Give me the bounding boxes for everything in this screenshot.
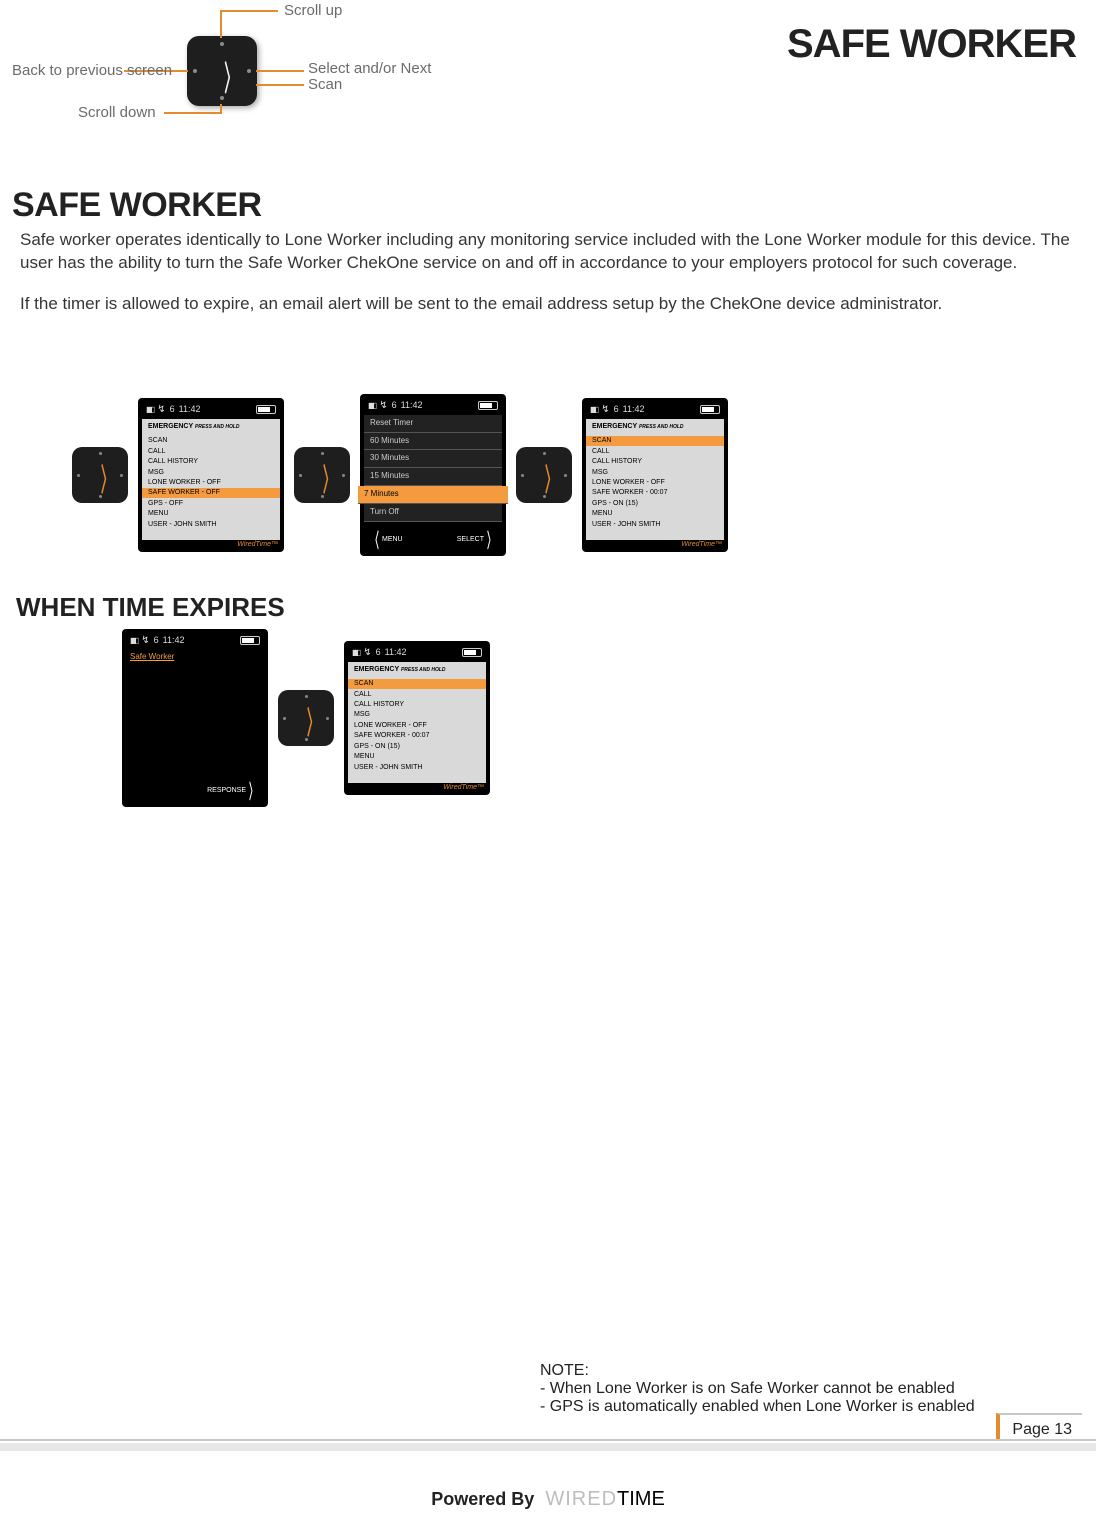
scroll-down-label: Scroll down [78, 104, 156, 121]
nav-diagram: 〉 Scroll up Back to previous screen Sele… [12, 6, 1084, 126]
chevron-right-icon[interactable]: 〉 [249, 777, 257, 805]
menu-list: SCAN CALL CALL HISTORY MSG LONE WORKER -… [348, 677, 486, 783]
scroll-up-label: Scroll up [284, 2, 342, 19]
note-block: NOTE: - When Lone Worker is on Safe Work… [540, 1362, 975, 1416]
list-item[interactable]: CALL HISTORY [148, 457, 274, 467]
intro-p2: If the timer is allowed to expire, an em… [20, 293, 1076, 316]
list-item[interactable]: 30 Minutes [364, 450, 502, 468]
emergency-banner[interactable]: EMERGENCY PRESS AND HOLD [142, 419, 280, 434]
brand-label: WiredTime™ [138, 540, 284, 550]
device-screen-1: 6 11:42 EMERGENCY PRESS AND HOLD SCAN CA… [138, 398, 284, 552]
list-item[interactable]: MSG [354, 710, 480, 720]
device-screen-4: 6 11:42 Safe Worker RESPONSE 〉 [122, 629, 268, 807]
list-item[interactable]: MENU [148, 509, 274, 519]
list-item[interactable]: 15 Minutes [364, 468, 502, 486]
safe-worker-title: Safe Worker [122, 650, 268, 663]
scan-label: Scan [308, 76, 342, 93]
list-item[interactable]: LONE WORKER - OFF [148, 477, 274, 487]
intro-p1: Safe worker operates identically to Lone… [20, 229, 1076, 275]
battery-icon [256, 405, 276, 414]
list-item[interactable]: SCAN [148, 436, 274, 446]
nav-mini-icon: 〉 [294, 447, 350, 503]
list-item[interactable]: CALL [354, 689, 480, 699]
list-item[interactable]: MENU [354, 752, 480, 762]
powered-by: Powered By WIREDTIME [431, 1488, 665, 1511]
battery-icon [462, 648, 482, 657]
bluetooth-icon [157, 404, 165, 415]
battery-icon [478, 401, 498, 410]
note-line-1: - When Lone Worker is on Safe Worker can… [540, 1380, 975, 1398]
list-item[interactable]: CALL HISTORY [592, 457, 718, 467]
list-item[interactable]: Turn Off [364, 504, 502, 522]
nav-mini-icon: 〉 [278, 690, 334, 746]
list-item[interactable]: MSG [148, 467, 274, 477]
list-item[interactable]: Reset Timer [364, 415, 502, 433]
list-item[interactable]: MSG [592, 467, 718, 477]
bluetooth-icon [141, 635, 149, 646]
list-item[interactable]: USER - JOHN SMITH [148, 519, 274, 529]
list-item[interactable]: MENU [592, 509, 718, 519]
list-item[interactable]: LONE WORKER - OFF [592, 477, 718, 487]
menu-list: SCAN CALL CALL HISTORY MSG LONE WORKER -… [586, 434, 724, 540]
list-item-highlighted[interactable]: SCAN [348, 679, 486, 689]
select-button[interactable]: SELECT [457, 536, 484, 543]
list-item-highlighted[interactable]: SCAN [586, 436, 724, 446]
list-item[interactable]: 60 Minutes [364, 433, 502, 451]
nav-pad-illustration: 〉 [187, 36, 257, 106]
menu-button[interactable]: MENU [382, 536, 403, 543]
page-number: Page 13 [996, 1413, 1082, 1439]
device-screen-2: 6 11:42 Reset Timer 60 Minutes 30 Minute… [360, 394, 506, 556]
list-item[interactable]: SAFE WORKER - 00:07 [592, 488, 718, 498]
bluetooth-icon [379, 400, 387, 411]
select-label: Select and/or Next [308, 60, 431, 77]
list-item-highlighted[interactable]: SAFE WORKER - OFF [142, 488, 280, 498]
battery-icon [700, 405, 720, 414]
list-item[interactable]: CALL HISTORY [354, 700, 480, 710]
chevron-left-icon[interactable]: 〈 [371, 526, 379, 554]
note-title: NOTE: [540, 1362, 975, 1380]
list-item[interactable]: USER - JOHN SMITH [592, 519, 718, 529]
menu-list: SCAN CALL CALL HISTORY MSG LONE WORKER -… [142, 434, 280, 540]
emergency-banner[interactable]: EMERGENCY PRESS AND HOLD [348, 662, 486, 677]
list-item[interactable]: CALL [592, 446, 718, 456]
response-button[interactable]: RESPONSE [207, 787, 246, 794]
bluetooth-icon [601, 404, 609, 415]
chevron-right-icon: 〉 [224, 51, 237, 100]
device-screen-3: 6 11:42 EMERGENCY PRESS AND HOLD SCAN CA… [582, 398, 728, 552]
list-item[interactable]: LONE WORKER - OFF [354, 720, 480, 730]
list-item[interactable]: SAFE WORKER - 00:07 [354, 731, 480, 741]
signal-icon [368, 400, 375, 410]
signal-icon [590, 404, 597, 414]
list-item[interactable]: USER - JOHN SMITH [354, 762, 480, 772]
chevron-right-icon[interactable]: 〉 [487, 526, 495, 554]
signal-icon [146, 404, 153, 414]
nav-mini-icon: 〉 [516, 447, 572, 503]
battery-icon [240, 636, 260, 645]
bluetooth-icon [363, 647, 371, 658]
device-screen-5: 6 11:42 EMERGENCY PRESS AND HOLD SCAN CA… [344, 641, 490, 795]
list-item-highlighted[interactable]: 7 Minutes [358, 486, 508, 504]
signal-icon [352, 647, 359, 657]
note-line-2: - GPS is automatically enabled when Lone… [540, 1398, 975, 1416]
nav-mini-icon: 〉 [72, 447, 128, 503]
section-title: SAFE WORKER [12, 186, 1084, 225]
brand-label: WiredTime™ [344, 783, 490, 793]
brand-label: WiredTime™ [582, 540, 728, 550]
list-item[interactable]: CALL [148, 446, 274, 456]
list-item[interactable]: GPS - ON (15) [592, 498, 718, 508]
list-item[interactable]: GPS - OFF [148, 498, 274, 508]
list-item[interactable]: GPS - ON (15) [354, 741, 480, 751]
emergency-banner[interactable]: EMERGENCY PRESS AND HOLD [586, 419, 724, 434]
subhead-expires: WHEN TIME EXPIRES [16, 592, 1084, 623]
back-label: Back to previous screen [12, 62, 187, 79]
footer-rule [0, 1439, 1096, 1451]
timer-menu: Reset Timer 60 Minutes 30 Minutes 15 Min… [364, 415, 502, 522]
signal-icon [130, 635, 137, 645]
